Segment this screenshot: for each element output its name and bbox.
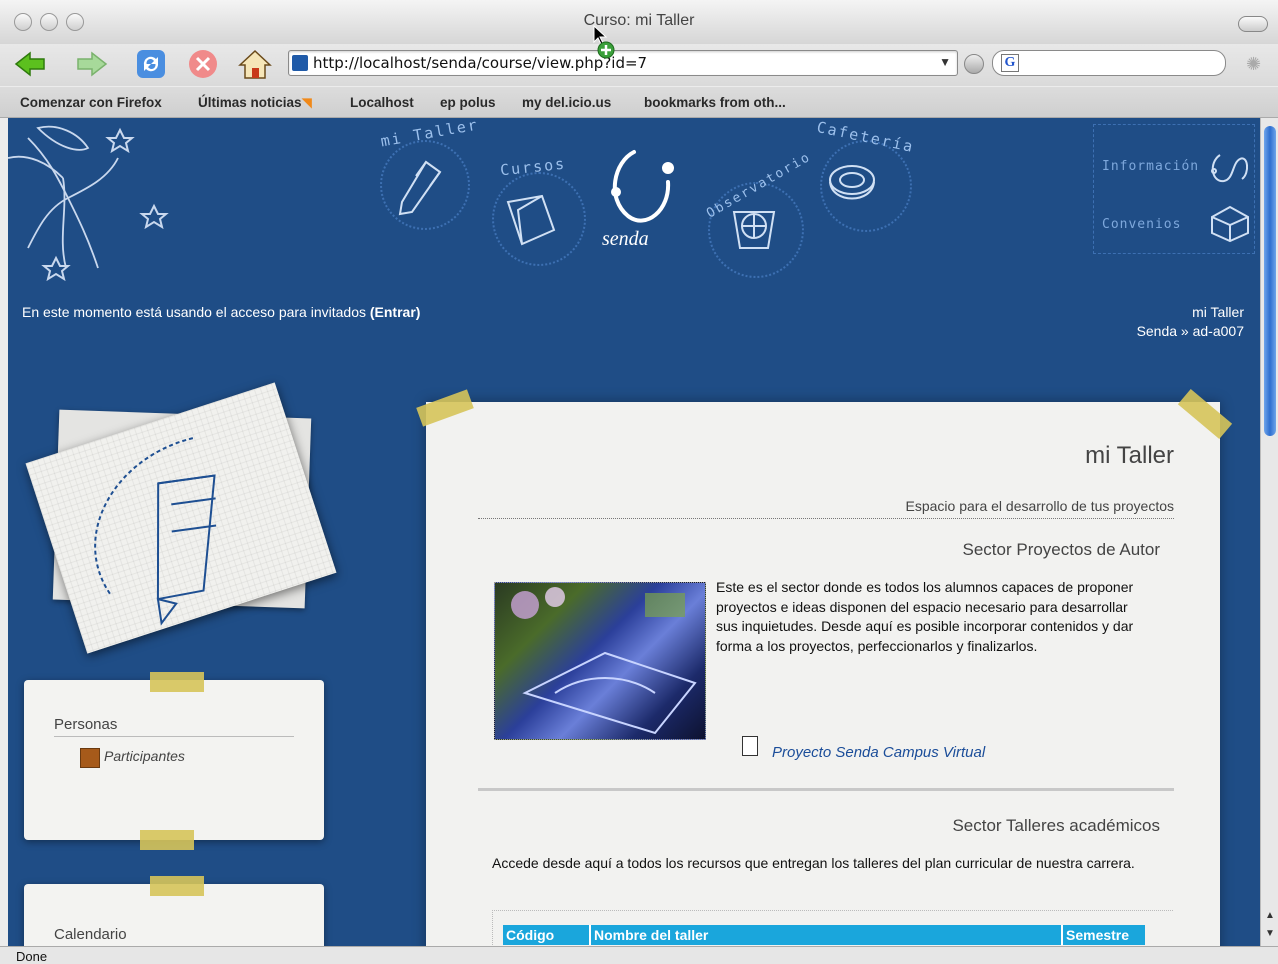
go-button[interactable] [964,54,984,74]
course-subtitle: Espacio para el desarrollo de tus proyec… [905,498,1174,514]
guest-access-notice: En este momento está usando el acceso pa… [22,304,420,320]
participants-link[interactable]: Participantes [104,748,185,764]
breadcrumb[interactable]: Senda » ad-a007 [1137,323,1244,339]
tape-strip [150,876,204,896]
window-title: Curso: mi Taller [583,12,695,29]
table-header-codigo: Código [503,925,591,945]
project-link[interactable]: Proyecto Senda Campus Virtual [772,744,985,761]
bookmark-ultimas-noticias-label: Últimas noticias [198,95,302,110]
block-calendario: Calendario [24,876,324,946]
stop-button[interactable] [186,48,220,80]
bookmark-delicious[interactable]: my del.icio.us [522,95,611,110]
nav-convenios[interactable]: Convenios [1102,217,1181,232]
table-header-row: Código Nombre del taller Semestre [503,925,1145,945]
url-history-dropdown-icon[interactable]: ▼ [939,55,951,69]
status-bar: Done [0,946,1278,964]
bookmark-ultimas-noticias[interactable]: Últimas noticias◥ [198,95,312,111]
tape-strip [1177,388,1233,440]
document-icon [742,736,758,756]
forward-arrow-icon [77,51,108,77]
bookmark-localhost[interactable]: Localhost [350,95,414,110]
globe-jar-icon [732,211,776,249]
tape-strip [150,672,204,692]
rss-feed-icon: ◥ [301,95,312,110]
tape-strip [140,830,194,850]
forward-button[interactable] [74,48,108,80]
project-photo [494,582,706,740]
google-search-engine-icon[interactable]: G [1001,54,1019,72]
nav-informacion[interactable]: Información [1102,159,1199,174]
fairy-doodle-icon [8,125,169,282]
block-calendario-title: Calendario [54,926,127,943]
divider [478,518,1174,519]
vertical-scrollbar[interactable]: ▲ ▼ [1260,118,1278,946]
login-link[interactable]: (Entrar) [370,304,421,320]
divider [54,736,294,737]
table-header-nombre: Nombre del taller [591,925,1063,945]
guest-access-text: En este momento está usando el acceso pa… [22,304,366,320]
site-favicon-icon [292,55,308,71]
status-text: Done [16,949,48,964]
tape-strip [416,389,474,427]
talleres-table: Código Nombre del taller Semestre [492,910,1173,946]
title-bar: Curso: mi Taller [0,0,1278,45]
stop-icon [189,50,217,78]
car-sketch-photo-icon [511,587,697,735]
home-button[interactable] [238,48,272,80]
back-arrow-icon [14,51,45,77]
activity-spinner-icon: ✺ [1246,54,1262,74]
bookmark-bookmarks-from-other[interactable]: bookmarks from oth... [644,95,786,110]
course-name: mi Taller [1192,304,1244,320]
bookmark-ep-polus[interactable]: ep polus [440,95,496,110]
table-header-semestre: Semestre [1066,927,1130,943]
toolbar-toggle-button[interactable] [1238,16,1268,32]
section-talleres-text: Accede desde aquí a todos los recursos q… [492,855,1135,871]
info-swirl-icon [1211,154,1248,183]
section-separator [478,788,1174,791]
section-talleres-title: Sector Talleres académicos [952,816,1160,835]
cube-icon [1211,205,1249,243]
bookmarks-toolbar: Comenzar con Firefox Últimas noticias◥ L… [0,87,1278,118]
bookmark-comenzar[interactable]: Comenzar con Firefox [20,95,162,110]
home-icon [238,49,272,79]
block-personas: Personas Participantes [24,672,324,850]
pencil-icon [398,160,442,216]
page-content: mi Taller Cursos senda Observatorio Cafe… [8,118,1260,946]
main-course-panel: mi Taller Espacio para el desarrollo de … [416,388,1233,946]
section-proyectos-title: Sector Proyectos de Autor [962,540,1161,559]
right-navigation: Información Convenios [1093,124,1255,254]
reload-icon [137,50,165,78]
search-box[interactable]: G [992,50,1226,76]
book-icon [506,194,556,246]
browser-window: Curso: mi Taller http://localhost/senda/… [0,0,1278,964]
coffee-cup-icon [829,165,875,200]
participants-icon [80,748,100,768]
block-personas-title: Personas [54,716,118,733]
scroll-up-arrow-icon[interactable]: ▲ [1265,910,1275,921]
scrollbar-thumb[interactable] [1264,126,1276,436]
cursor-add-icon [593,24,615,59]
back-button[interactable] [14,48,48,80]
reload-button[interactable] [134,48,168,80]
scroll-down-arrow-icon[interactable]: ▼ [1265,928,1275,939]
section-proyectos-text: Este es el sector donde es todos los alu… [716,579,1134,654]
course-title: mi Taller [1085,442,1174,469]
url-bar[interactable]: http://localhost/senda/course/view.php?i… [288,50,958,76]
senda-logo-text[interactable]: senda [602,228,649,251]
